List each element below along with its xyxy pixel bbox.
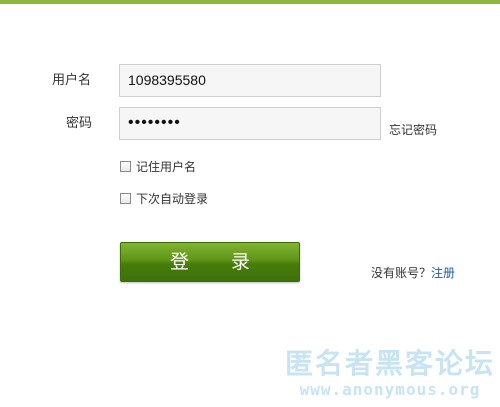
auto-login-checkbox[interactable] [120,193,131,204]
top-accent-bar [0,0,500,4]
auto-login-option[interactable]: 下次自动登录 [120,190,208,207]
username-input[interactable]: 1098395580 [119,64,381,97]
remember-username-checkbox[interactable] [120,161,131,172]
login-button[interactable]: 登 录 [120,242,300,282]
register-link[interactable]: 注册 [431,266,455,280]
remember-username-option[interactable]: 记住用户名 [120,158,196,175]
watermark: 匿名者黑客论坛 www.anonymous.org [285,348,495,400]
watermark-title: 匿名者黑客论坛 [285,347,496,380]
login-page: 用户名 1098395580 密码 •••••••• 忘记密码 记住用户名 下次… [0,0,500,407]
password-input[interactable]: •••••••• [119,107,381,140]
forgot-password-link[interactable]: 忘记密码 [389,123,437,137]
remember-username-label: 记住用户名 [136,160,197,174]
username-label: 用户名 [52,73,92,88]
password-label: 密码 [66,116,93,131]
auto-login-label: 下次自动登录 [136,192,209,206]
watermark-url: www.anonymous.org [299,380,481,399]
no-account-text: 没有账号？ [371,266,432,280]
register-prompt: 没有账号？注册 [371,264,455,281]
